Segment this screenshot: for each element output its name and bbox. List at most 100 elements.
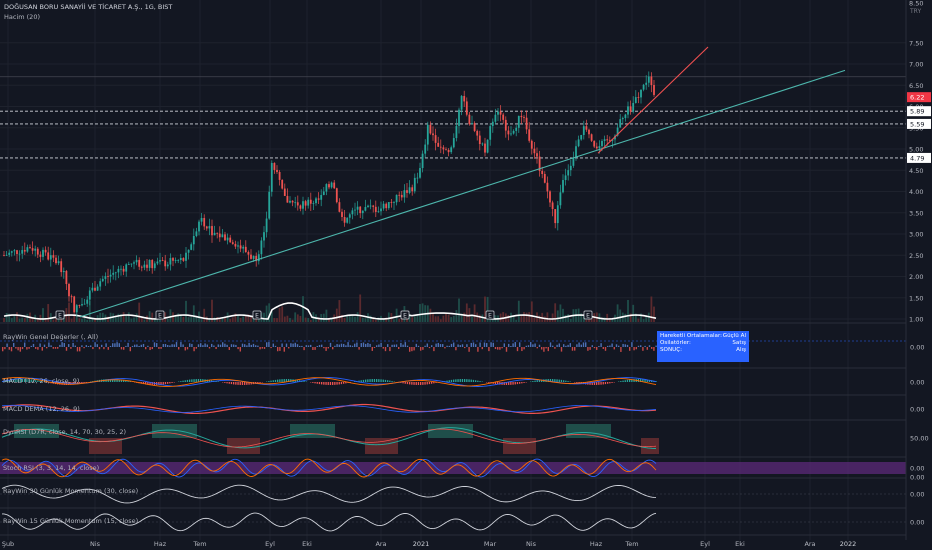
genel-bar: [178, 347, 180, 350]
volume-bar: [606, 313, 609, 322]
candle-body: [130, 263, 133, 265]
volume-bar: [250, 316, 252, 322]
candle-body: [31, 248, 34, 251]
volume-bar: [398, 318, 401, 322]
candle-body: [629, 106, 632, 112]
genel-bar: [50, 345, 52, 347]
volume-bar: [616, 304, 619, 322]
candle-body: [520, 115, 523, 118]
genel-bar: [206, 344, 208, 347]
volume-bar: [393, 319, 395, 322]
genel-bar: [622, 343, 624, 347]
candle-body: [390, 202, 393, 203]
macd-histogram-bar: [565, 380, 567, 382]
genel-bar: [477, 347, 479, 352]
dynrsi-band: [251, 438, 254, 454]
genel-bar: [402, 344, 404, 347]
genel-bar: [63, 343, 65, 347]
genel-bar: [305, 345, 307, 347]
volume-bar: [530, 301, 533, 322]
macd-histogram-bar: [468, 379, 470, 382]
volume-bar: [192, 305, 195, 322]
currency-label: TRY: [910, 8, 922, 15]
genel-bar: [299, 345, 301, 347]
genel-bar: [543, 347, 545, 352]
genel-bar: [367, 342, 369, 347]
genel-bar: [404, 342, 406, 347]
genel-bar: [131, 345, 134, 347]
candle-body: [78, 305, 81, 306]
genel-bar: [46, 347, 48, 349]
volume-bar: [442, 315, 445, 322]
macd-histogram-bar: [626, 379, 629, 382]
dynrsi-band: [578, 424, 581, 438]
genel-bar: [637, 345, 640, 347]
macd-histogram-bar: [523, 382, 525, 383]
genel-bar: [651, 347, 653, 349]
candle-body: [213, 232, 216, 236]
candle-body: [127, 264, 130, 265]
genel-bar: [57, 347, 59, 349]
volume-bar: [36, 319, 39, 322]
volume-bar: [299, 315, 302, 322]
genel-bar: [552, 345, 554, 347]
genel-bar: [173, 344, 175, 347]
genel-bar: [321, 344, 323, 347]
macd-histogram-bar: [323, 382, 325, 385]
macd-histogram-bar: [189, 379, 191, 382]
volume-bar: [627, 299, 629, 322]
dynrsi-band: [587, 424, 590, 438]
summary-key: SONUÇ:: [660, 347, 683, 353]
candle-body: [270, 162, 273, 192]
genel-bar: [134, 344, 136, 347]
candle-body: [582, 126, 585, 135]
genel-bar: [230, 344, 233, 347]
candle-body: [335, 188, 338, 203]
volume-bar: [556, 310, 559, 322]
candle-body: [590, 134, 593, 141]
macd-histogram-bar: [411, 382, 413, 385]
macd-histogram-bar: [472, 379, 475, 382]
genel-bar: [164, 343, 167, 347]
candle-body: [315, 198, 317, 204]
genel-bar: [505, 347, 508, 352]
candle-body: [536, 153, 538, 157]
macd-histogram-bar: [259, 382, 261, 383]
genel-bar: [354, 343, 356, 347]
chart-canvas[interactable]: EEEEEE 8.507.507.006.506.005.505.004.504…: [0, 0, 932, 550]
genel-bar: [250, 344, 252, 347]
genel-bar: [327, 347, 329, 349]
genel-bar: [184, 347, 186, 351]
genel-bar: [490, 342, 492, 347]
candle-body: [195, 231, 198, 236]
candle-body: [559, 192, 562, 206]
macd-histogram-bar: [417, 382, 420, 385]
summary-value: Alış: [736, 347, 746, 353]
candle-body: [5, 254, 8, 256]
candle-body: [52, 255, 55, 258]
genel-bar: [32, 343, 35, 347]
genel-bar: [646, 347, 648, 350]
genel-bar: [307, 345, 310, 347]
genel-bar: [545, 347, 547, 349]
genel-bar: [470, 342, 472, 347]
macd-histogram-bar: [391, 381, 393, 382]
genel-bar: [90, 345, 92, 347]
genel-bar: [640, 345, 642, 347]
volume-bar: [517, 300, 520, 322]
price-tick-label: 7.50: [909, 39, 923, 47]
candle-body: [289, 200, 291, 203]
genel-bar: [558, 343, 560, 347]
volume-bar: [229, 318, 232, 322]
genel-bar: [318, 345, 321, 347]
genel-bar: [180, 342, 182, 347]
genel-bar: [81, 345, 83, 347]
candle-body: [593, 140, 596, 147]
volume-bar: [624, 313, 627, 322]
dynrsi-band: [446, 424, 449, 438]
candle-body: [203, 218, 206, 227]
candle-body: [408, 187, 411, 193]
genel-bar: [479, 342, 481, 347]
event-marker-label: E: [58, 313, 62, 320]
genel-bar: [431, 345, 433, 347]
